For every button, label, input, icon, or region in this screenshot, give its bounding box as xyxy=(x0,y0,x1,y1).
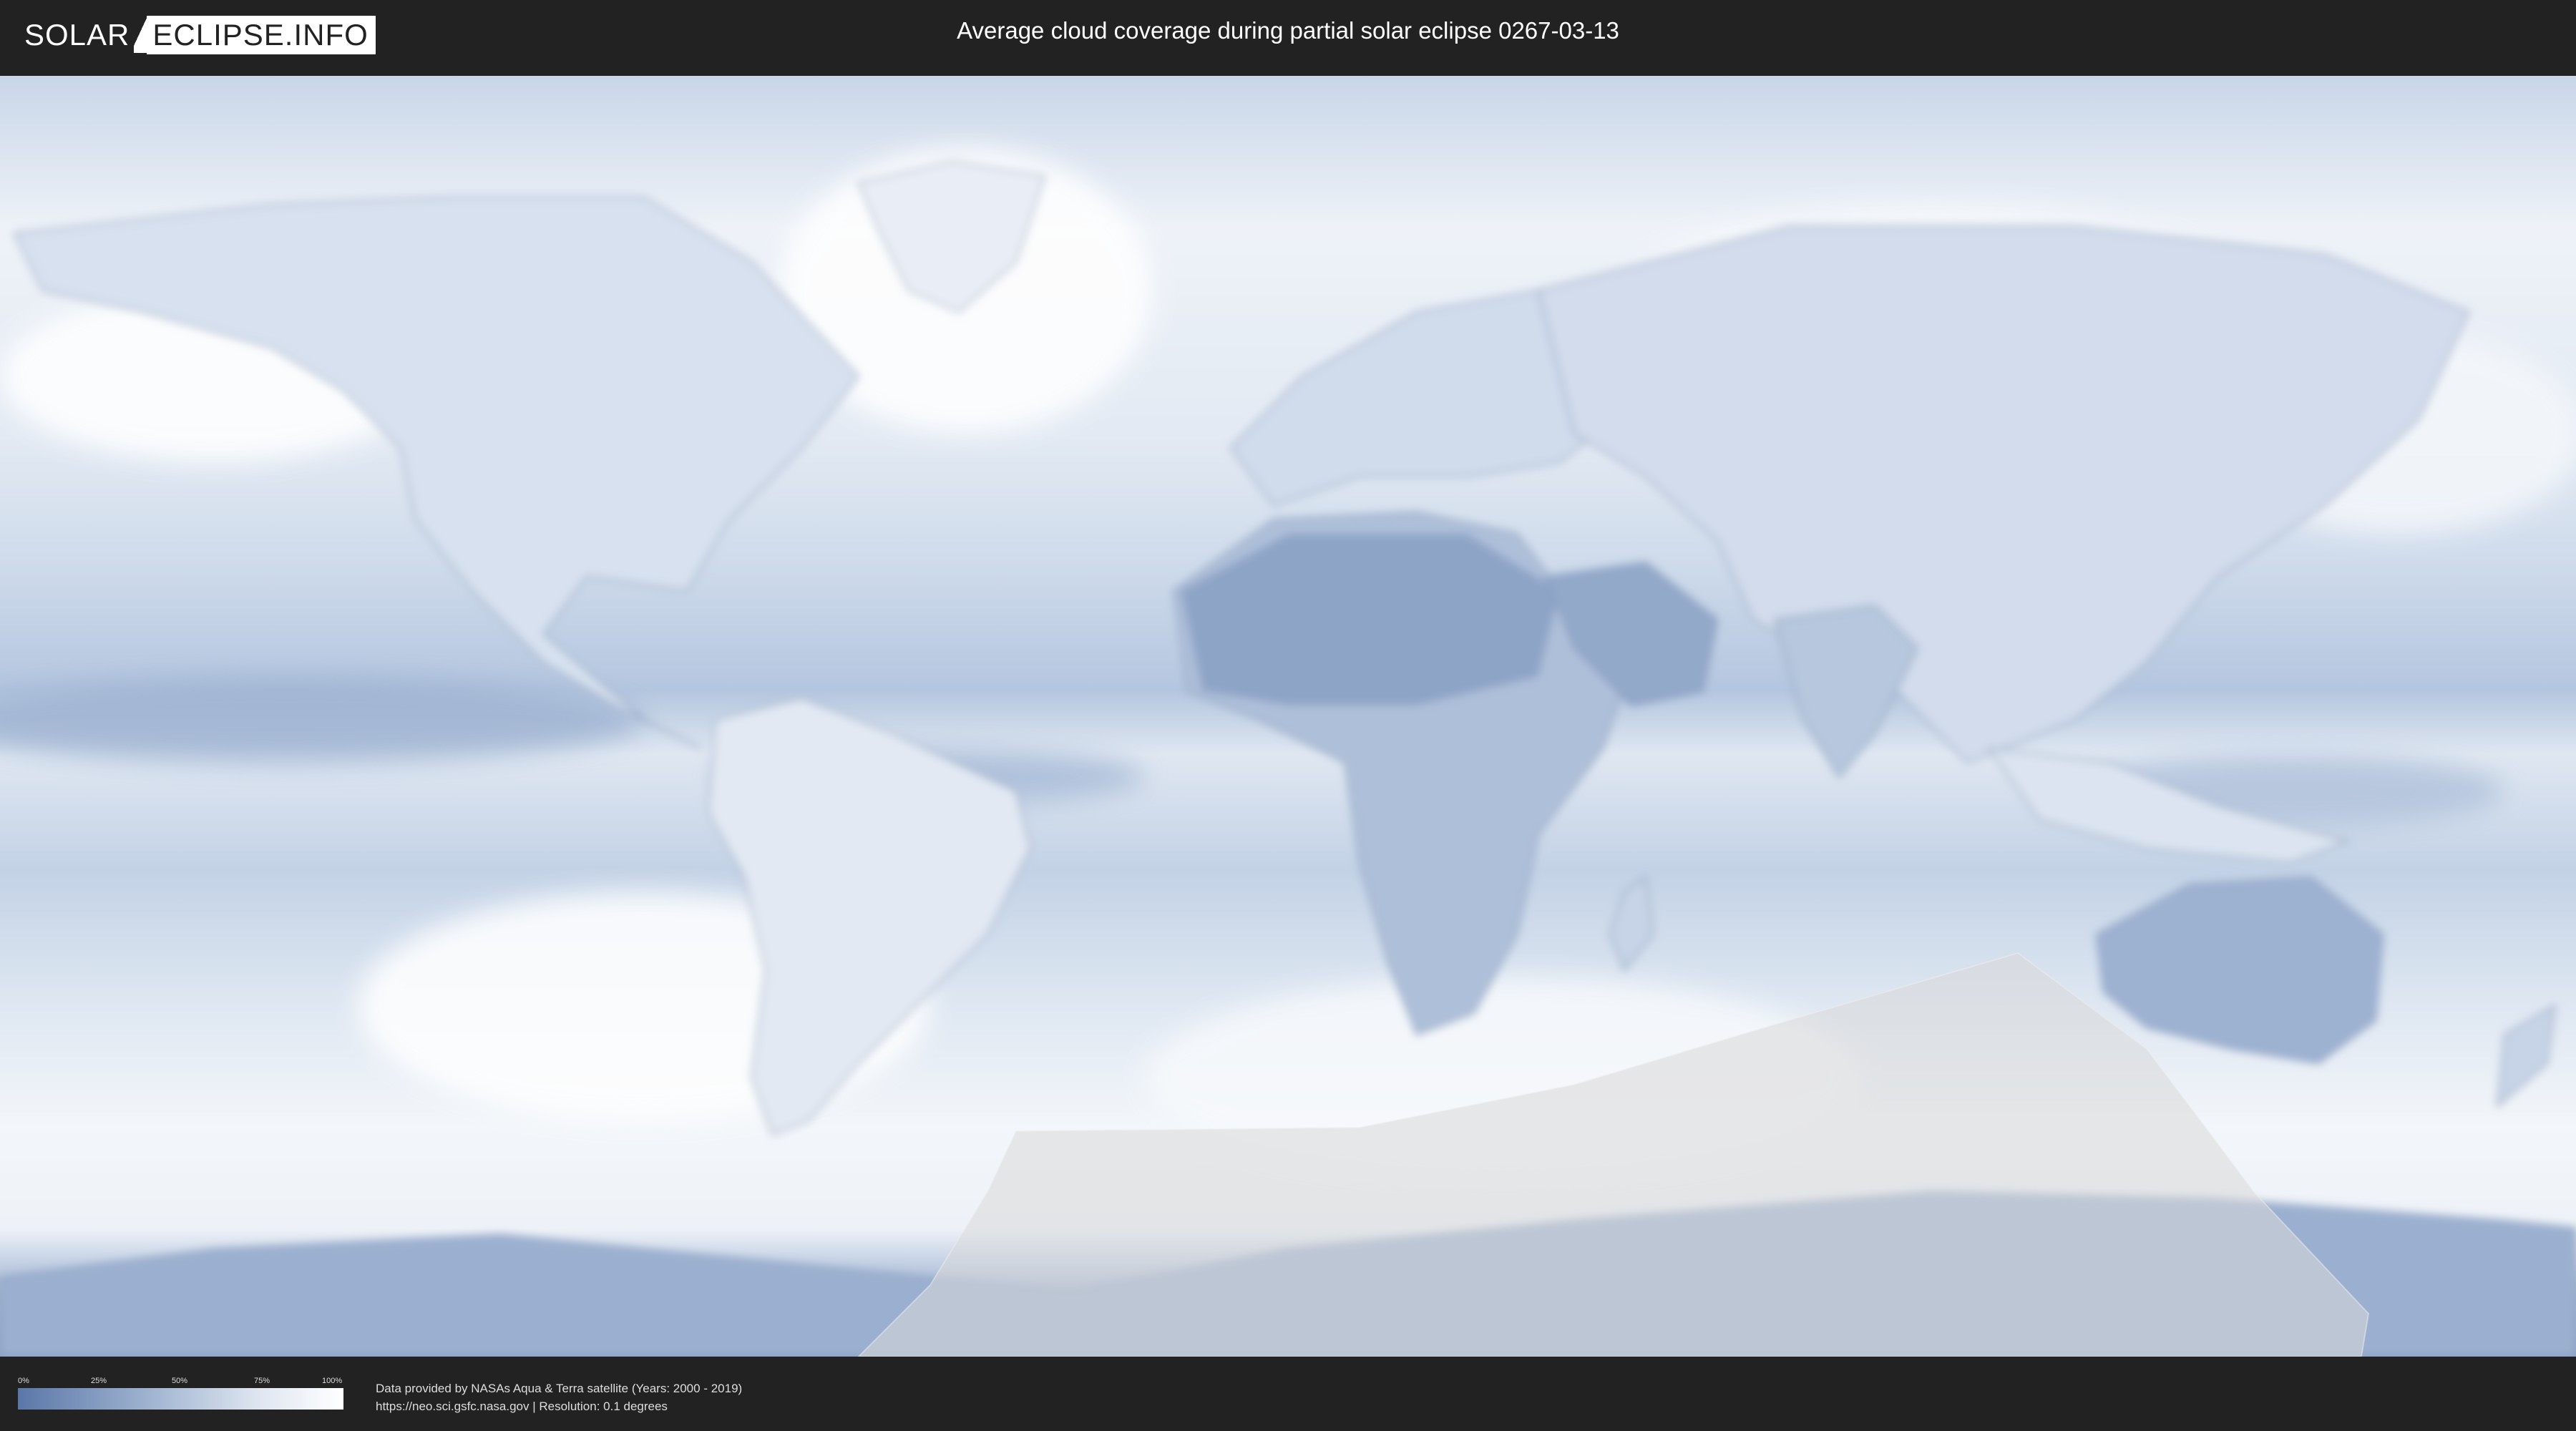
credit-line-1: Data provided by NASAs Aqua & Terra sate… xyxy=(376,1382,743,1395)
cloud-coverage-map[interactable] xyxy=(0,76,2576,1357)
cloud-legend: 0% 25% 50% 75% 100% xyxy=(18,1375,343,1410)
legend-tick-50: 50% xyxy=(172,1377,188,1385)
footer-bar: 0% 25% 50% 75% 100% Data provided by NAS… xyxy=(0,1359,2576,1431)
map-svg xyxy=(0,76,2576,1357)
legend-ticks: 0% 25% 50% 75% 100% xyxy=(18,1375,343,1388)
legend-tick-25: 25% xyxy=(91,1377,107,1385)
legend-tick-0: 0% xyxy=(18,1377,29,1385)
data-credit: Data provided by NASAs Aqua & Terra sate… xyxy=(376,1379,742,1415)
page: SOLAR ECLIPSE.INFO Average cloud coverag… xyxy=(0,0,2576,1431)
legend-tick-100: 100% xyxy=(322,1377,343,1385)
credit-line-2[interactable]: https://neo.sci.gsfc.nasa.gov | Resoluti… xyxy=(376,1397,742,1415)
page-title: Average cloud coverage during partial so… xyxy=(957,17,1619,44)
legend-gradient-bar xyxy=(18,1388,343,1410)
header-bar: SOLAR ECLIPSE.INFO Average cloud coverag… xyxy=(0,0,2576,72)
legend-tick-75: 75% xyxy=(254,1377,270,1385)
